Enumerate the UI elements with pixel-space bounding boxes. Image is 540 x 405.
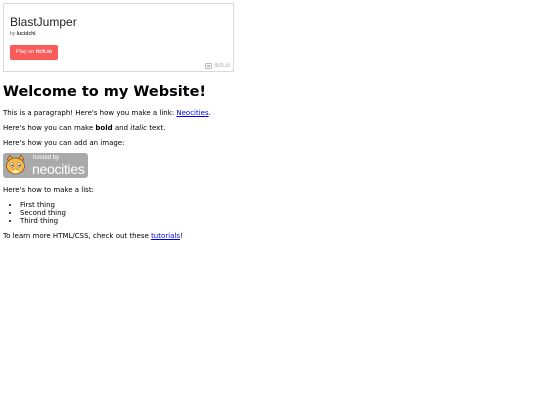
page-title: Welcome to my Website! xyxy=(3,84,207,100)
neocities-cat-icon xyxy=(4,154,28,177)
paragraph-list: Here's how to make a list: xyxy=(3,186,94,194)
paragraph-link: This is a paragraph! Here's how you make… xyxy=(3,109,211,118)
itch-logo-text: itch.io xyxy=(214,63,230,69)
hosted-by-neocities-badge: hosted by neocities xyxy=(3,153,88,178)
play-button-site: itch.io xyxy=(35,49,53,55)
itch-embed-widget: BlastJumper by lucidchi Play on itch.io … xyxy=(3,3,234,72)
thing-list: First thing Second thing Third thing xyxy=(3,201,66,225)
list-item: Second thing xyxy=(20,209,66,217)
tutorials-link[interactable]: tutorials xyxy=(151,232,180,240)
list-item: First thing xyxy=(20,201,66,209)
list-item: Third thing xyxy=(20,217,66,225)
by-prefix: by xyxy=(10,31,16,37)
badge-neocities: neocities xyxy=(32,161,85,177)
play-on-itch-button[interactable]: Play on itch.io xyxy=(10,45,59,60)
play-button-prefix: Play on xyxy=(16,49,35,55)
p1-end: . xyxy=(208,109,211,117)
game-title[interactable]: BlastJumper xyxy=(10,15,77,29)
bold-text: bold xyxy=(95,124,113,132)
paragraph-formatting: Here's how you can make bold and italic … xyxy=(3,124,165,133)
paragraph-tutorials: To learn more HTML/CSS, check out these … xyxy=(3,232,183,241)
p2-start: Here's how you can make xyxy=(3,124,94,132)
itch-icon xyxy=(205,63,213,69)
author-link[interactable]: lucidchi xyxy=(17,31,36,37)
paragraph-image: Here's how you can add an image: xyxy=(3,139,125,147)
itch-logo[interactable]: itch.io xyxy=(205,63,230,69)
p5-end: ! xyxy=(179,232,183,240)
game-author-line: by lucidchi xyxy=(10,31,36,37)
p1-text: This is a paragraph! Here's how you make… xyxy=(3,109,175,117)
p2-end: text. xyxy=(149,124,166,132)
italic-text: italic xyxy=(130,124,148,132)
p5-text: To learn more HTML/CSS, check out these xyxy=(3,232,149,240)
neocities-link[interactable]: Neocities xyxy=(176,109,208,117)
p2-mid: and xyxy=(114,124,129,132)
